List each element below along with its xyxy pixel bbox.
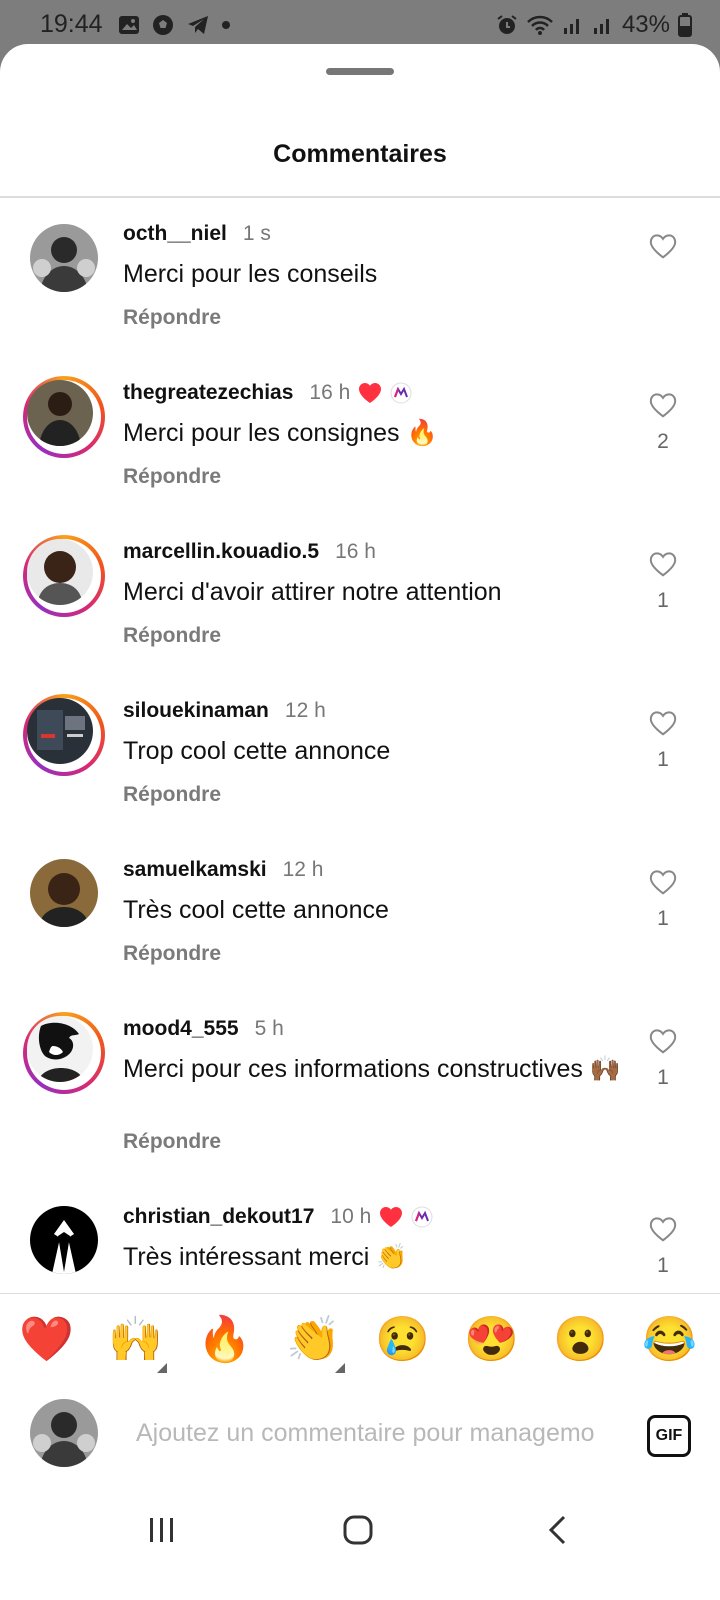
like-count: 1 (657, 1066, 669, 1089)
emoji-crying-face[interactable]: 😢 (375, 1314, 430, 1366)
divider (0, 196, 720, 198)
signal-icon-2 (593, 19, 609, 34)
emoji-raising-hands[interactable]: 🙌 (108, 1314, 163, 1366)
comment-text: Merci d'avoir attirer notre attention (123, 578, 502, 606)
comment-text: Merci pour les consignes 🔥 (123, 419, 438, 447)
recent-apps-icon[interactable] (147, 1515, 177, 1545)
heart-outline-icon[interactable] (648, 390, 678, 420)
comment-text: Très intéressant merci 👏 (123, 1243, 408, 1271)
sheet-title: Commentaires (273, 140, 447, 168)
comment-text: Merci pour les conseils (123, 260, 378, 288)
like-count: 2 (657, 430, 669, 453)
comment-time: 12 h (284, 699, 326, 722)
comment-username[interactable]: thegreatezechias (123, 381, 293, 405)
own-avatar (30, 1399, 98, 1467)
comment-username[interactable]: samuelkamski (123, 858, 267, 882)
comment-username[interactable]: octh__niel (123, 222, 227, 246)
emoji-fire[interactable]: 🔥 (197, 1314, 252, 1366)
system-status: 43% (496, 11, 692, 39)
battery-percent: 43% (621, 11, 670, 38)
comment-time: 16 h (309, 381, 351, 404)
heart-outline-icon[interactable] (648, 708, 678, 738)
heart-outline-icon[interactable] (648, 231, 678, 261)
heart-outline-icon[interactable] (648, 549, 678, 579)
gallery-icon (119, 16, 139, 34)
emoji-clapping-hands[interactable]: 👏 (286, 1314, 341, 1366)
system-nav-bar (0, 1481, 720, 1600)
home-icon[interactable] (342, 1514, 374, 1546)
drag-handle[interactable] (326, 68, 394, 75)
status-time: 19:44 (40, 10, 103, 38)
notification-icons (118, 14, 230, 36)
emoji-quick-bar: ❤️ 🙌 🔥 👏 😢 😍 😮 😂 (0, 1293, 720, 1387)
heart-outline-icon[interactable] (648, 1214, 678, 1244)
creator-avatar-icon (411, 1206, 433, 1228)
like-count: 1 (657, 907, 669, 930)
reply-button[interactable]: Répondre (123, 465, 221, 489)
reply-button[interactable]: Répondre (123, 783, 221, 807)
wifi-icon (527, 15, 553, 35)
dot-icon (222, 21, 230, 29)
reply-button[interactable]: Répondre (123, 306, 221, 330)
emoji-surprised-face[interactable]: 😮 (553, 1314, 608, 1366)
comment-username[interactable]: marcellin.kouadio.5 (123, 540, 319, 564)
comment-input[interactable]: Ajoutez un commentaire pour managemo (136, 1419, 616, 1448)
like-count: 1 (657, 1254, 669, 1277)
comment-username[interactable]: christian_dekout17 (123, 1205, 314, 1229)
comment-time: 1 s (242, 222, 271, 245)
avatar-with-story-ring[interactable] (23, 535, 105, 617)
signal-icon (563, 19, 579, 34)
comment-time: 10 h (330, 1205, 372, 1228)
creator-avatar-icon (390, 382, 412, 404)
avatar-with-story-ring[interactable] (23, 1012, 105, 1094)
skin-tone-indicator (335, 1363, 345, 1373)
heart-outline-icon[interactable] (648, 867, 678, 897)
heart-outline-icon[interactable] (648, 1026, 678, 1056)
comment-time: 5 h (254, 1017, 284, 1040)
comments-sheet: Commentaires octh__niel 1 s Merci pour l… (0, 44, 720, 1600)
comment-time: 16 h (335, 540, 376, 563)
creator-liked-heart-icon (380, 1207, 403, 1227)
telegram-icon (188, 16, 208, 34)
comment-composer: Ajoutez un commentaire pour managemo GIF (0, 1385, 720, 1481)
comment-time: 12 h (282, 858, 324, 881)
comment-text: Très cool cette annonce (123, 896, 389, 924)
emoji-heart-eyes[interactable]: 😍 (464, 1314, 519, 1366)
reply-button[interactable]: Répondre (123, 942, 221, 966)
like-count: 1 (657, 589, 669, 612)
battery-icon (678, 13, 692, 37)
back-icon[interactable] (546, 1514, 570, 1546)
emoji-tears-of-joy[interactable]: 😂 (642, 1314, 697, 1366)
comment-text: Merci pour ces informations constructive… (123, 1055, 621, 1083)
avatar-with-story-ring[interactable] (23, 376, 105, 458)
comment-text: Trop cool cette annonce (123, 737, 391, 765)
reply-button[interactable]: Répondre (123, 1130, 221, 1154)
emoji-heart[interactable]: ❤️ (19, 1314, 74, 1366)
like-count: 1 (657, 748, 669, 771)
avatar[interactable] (30, 859, 98, 927)
comment-username[interactable]: silouekinaman (123, 699, 269, 723)
avatar[interactable] (30, 224, 98, 292)
skin-tone-indicator (157, 1363, 167, 1373)
gif-button[interactable]: GIF (647, 1415, 691, 1457)
alarm-icon (497, 15, 517, 34)
creator-liked-heart-icon (359, 383, 382, 403)
comment-username[interactable]: mood4_555 (123, 1017, 239, 1041)
soccer-ball-icon (153, 15, 173, 35)
reply-button[interactable]: Répondre (123, 624, 221, 648)
avatar-with-story-ring[interactable] (23, 694, 105, 776)
avatar[interactable] (30, 1206, 98, 1274)
